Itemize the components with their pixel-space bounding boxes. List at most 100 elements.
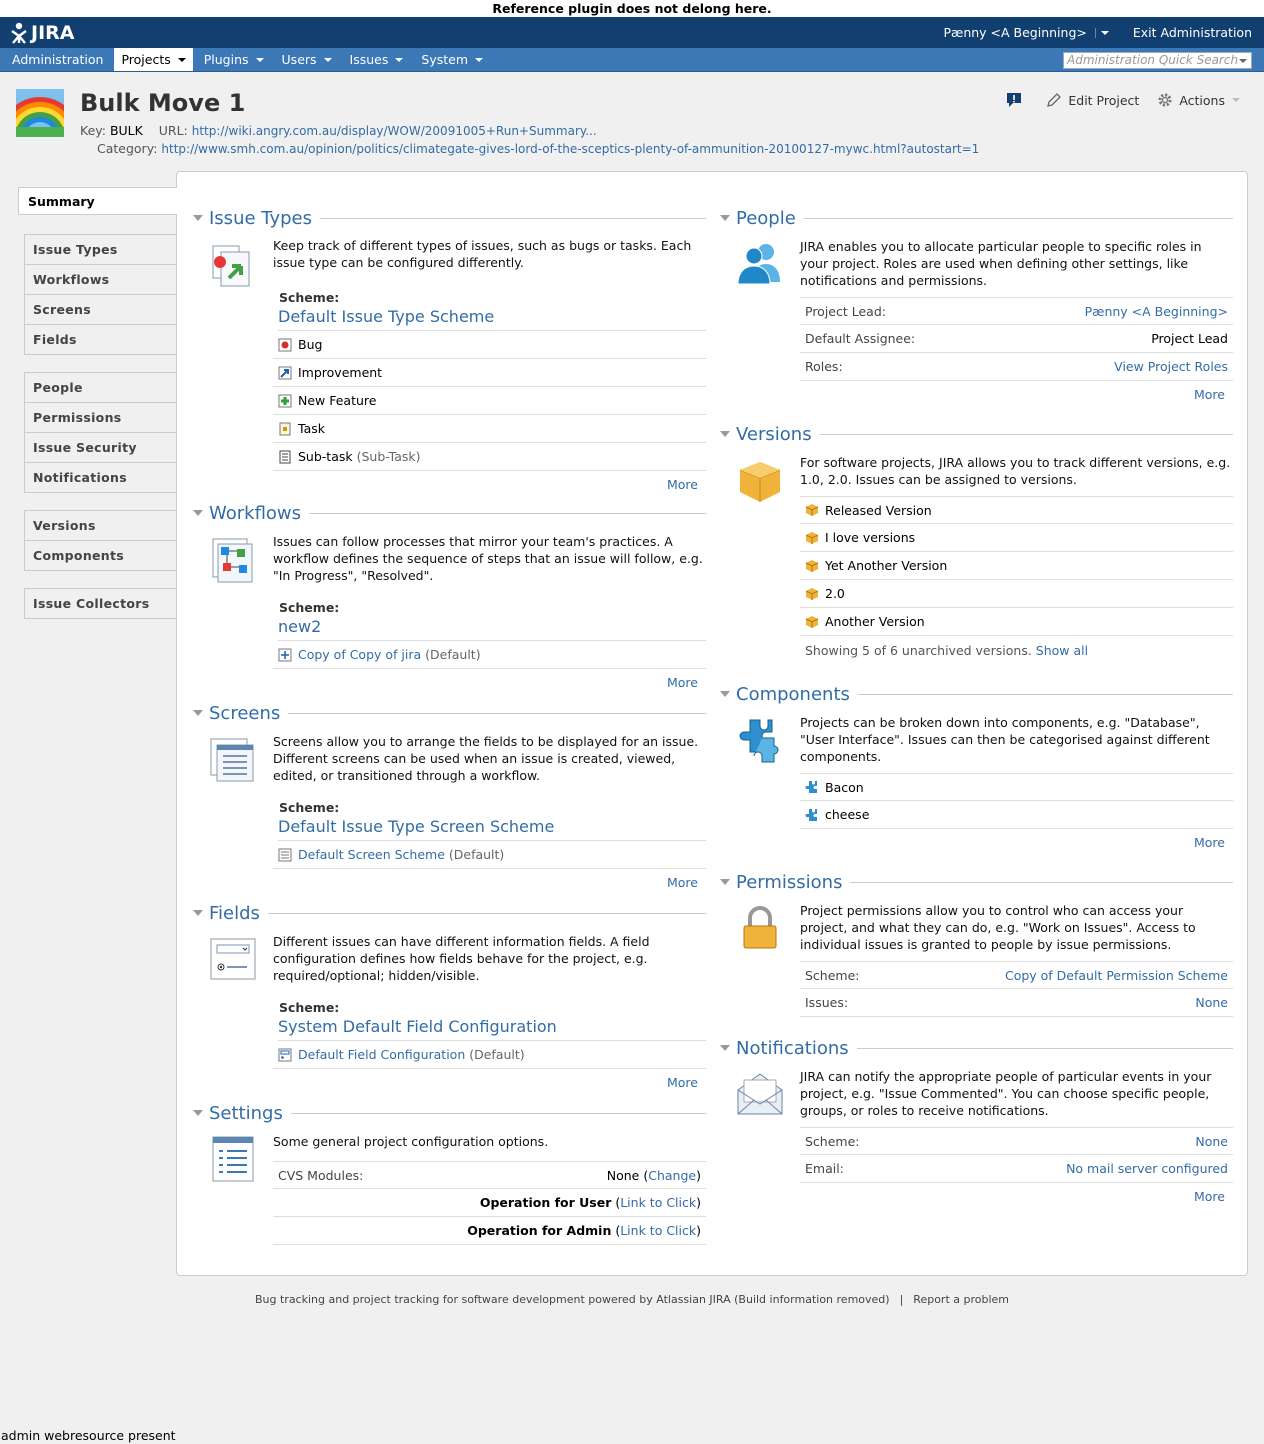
workflow-scheme-link[interactable]: new2: [278, 617, 706, 641]
collapse-icon[interactable]: [193, 910, 203, 916]
more-link[interactable]: More: [800, 829, 1233, 857]
sidebar-item-issue-types[interactable]: Issue Types: [24, 235, 177, 265]
permission-scheme-link[interactable]: Copy of Default Permission Scheme: [1005, 968, 1228, 983]
notification-scheme-link[interactable]: None: [1195, 1134, 1228, 1149]
section-title[interactable]: Versions: [736, 424, 812, 445]
admin-quick-search-input[interactable]: Administration Quick Search: [1063, 52, 1252, 69]
section-header[interactable]: Permissions: [720, 870, 1233, 894]
collapse-icon[interactable]: [193, 510, 203, 516]
sidebar-item-components[interactable]: Components: [24, 541, 177, 571]
chevron-down-icon: [1232, 98, 1240, 102]
sidebar-item-fields[interactable]: Fields: [24, 325, 177, 355]
project-category-link[interactable]: http://www.smh.com.au/opinion/politics/c…: [161, 142, 979, 156]
nav-projects[interactable]: Projects: [114, 48, 193, 71]
more-link[interactable]: More: [273, 869, 706, 897]
view-project-roles-link[interactable]: View Project Roles: [1114, 359, 1228, 374]
section-header[interactable]: Workflows: [193, 501, 706, 525]
field-configuration-link[interactable]: Default Field Configuration: [298, 1047, 465, 1062]
section-title[interactable]: Workflows: [209, 503, 301, 524]
section-header[interactable]: Components: [720, 682, 1233, 706]
exit-administration-link[interactable]: Exit Administration: [1133, 25, 1252, 40]
feedback-button[interactable]: [1006, 92, 1028, 108]
nav-system[interactable]: System: [414, 48, 490, 71]
screen-scheme-link[interactable]: Default Issue Type Screen Scheme: [278, 817, 706, 841]
collapse-icon[interactable]: [193, 215, 203, 221]
screen-scheme-item-link[interactable]: Default Screen Scheme: [298, 847, 445, 862]
component-label: cheese: [825, 807, 870, 822]
project-lead-link[interactable]: Pænny <A Beginning>: [1085, 304, 1228, 319]
section-title[interactable]: Screens: [209, 703, 280, 724]
nav-issues[interactable]: Issues: [343, 48, 411, 71]
mail-server-link[interactable]: No mail server configured: [1066, 1161, 1228, 1176]
issue-security-link[interactable]: None: [1195, 995, 1228, 1010]
versions-section: Versions For software projects, JIRA all…: [720, 422, 1233, 682]
section-title[interactable]: Fields: [209, 903, 260, 924]
section-header[interactable]: Notifications: [720, 1036, 1233, 1060]
operation-admin-link[interactable]: Link to Click: [620, 1223, 696, 1238]
report-problem-link[interactable]: Report a problem: [913, 1293, 1009, 1306]
section-header[interactable]: Versions: [720, 422, 1233, 446]
sidebar-item-versions[interactable]: Versions: [24, 511, 177, 541]
edit-project-button[interactable]: Edit Project: [1046, 92, 1139, 108]
nav-users[interactable]: Users: [275, 48, 339, 71]
section-header[interactable]: Issue Types: [193, 206, 706, 230]
more-link[interactable]: More: [273, 1069, 706, 1097]
collapse-icon[interactable]: [720, 691, 730, 697]
issue-type-label: Task: [298, 421, 325, 436]
collapse-icon[interactable]: [193, 710, 203, 716]
nav-administration[interactable]: Administration: [5, 48, 110, 71]
section-title[interactable]: Issue Types: [209, 208, 312, 229]
more-link[interactable]: More: [273, 669, 706, 697]
section-header[interactable]: Settings: [193, 1101, 706, 1125]
actions-label: Actions: [1179, 92, 1225, 108]
section-title[interactable]: People: [736, 208, 796, 229]
issue-type-scheme-link[interactable]: Default Issue Type Scheme: [278, 307, 706, 331]
field-configuration-scheme-link[interactable]: System Default Field Configuration: [278, 1017, 706, 1041]
section-title[interactable]: Settings: [209, 1103, 283, 1124]
collapse-icon[interactable]: [720, 1045, 730, 1051]
envelope-icon: [737, 1073, 783, 1115]
more-link[interactable]: More: [273, 471, 706, 499]
collapse-icon[interactable]: [193, 1110, 203, 1116]
more-link[interactable]: More: [800, 1183, 1233, 1211]
collapse-icon[interactable]: [720, 879, 730, 885]
sidebar-item-permissions[interactable]: Permissions: [24, 403, 177, 433]
nav-plugins[interactable]: Plugins: [197, 48, 271, 71]
version-label: Released Version: [825, 502, 932, 518]
user-dropdown-icon[interactable]: [1094, 27, 1109, 38]
user-menu[interactable]: Pænny <A Beginning>: [944, 25, 1109, 40]
section-header[interactable]: Fields: [193, 901, 706, 925]
collapse-icon[interactable]: [720, 215, 730, 221]
section-title[interactable]: Permissions: [736, 872, 842, 893]
section-title[interactable]: Components: [736, 684, 850, 705]
show-all-link[interactable]: Show all: [1036, 643, 1088, 658]
sidebar-item-people[interactable]: People: [24, 373, 177, 403]
operation-user-link[interactable]: Link to Click: [620, 1195, 696, 1210]
nav-label: System: [421, 52, 469, 67]
left-column: Issue Types Keep track of different type…: [193, 206, 706, 1275]
actions-dropdown[interactable]: Actions: [1157, 92, 1240, 108]
section-title[interactable]: Notifications: [736, 1038, 849, 1059]
sidebar-item-issue-security[interactable]: Issue Security: [24, 433, 177, 463]
project-url-link[interactable]: http://wiki.angry.com.au/display/WOW/200…: [192, 124, 597, 138]
collapse-icon[interactable]: [720, 431, 730, 437]
footer-separator: |: [899, 1293, 904, 1306]
sidebar-item-workflows[interactable]: Workflows: [24, 265, 177, 295]
sidebar-item-notifications[interactable]: Notifications: [24, 463, 177, 493]
section-header[interactable]: Screens: [193, 701, 706, 725]
change-cvs-link[interactable]: Change: [648, 1168, 696, 1183]
sidebar-item-screens[interactable]: Screens: [24, 295, 177, 325]
jira-logo-icon: [11, 22, 27, 44]
sidebar-item-issue-collectors[interactable]: Issue Collectors: [24, 589, 177, 619]
right-column: People JIRA enables you to allocate part…: [720, 206, 1233, 1210]
sidebar-item-summary[interactable]: Summary: [18, 187, 177, 215]
screens-section: Screens Screens allow you to arrange the…: [193, 701, 706, 901]
nav-label: Users: [281, 52, 317, 67]
workflow-link[interactable]: Copy of Copy of jira: [298, 647, 421, 662]
jira-logo[interactable]: JIRA: [9, 22, 74, 44]
roles-row: Roles: View Project Roles: [800, 353, 1233, 381]
more-link[interactable]: More: [800, 381, 1233, 409]
list-item: Default Field Configuration (Default): [273, 1041, 706, 1069]
chevron-down-icon: [1239, 59, 1247, 63]
section-header[interactable]: People: [720, 206, 1233, 230]
